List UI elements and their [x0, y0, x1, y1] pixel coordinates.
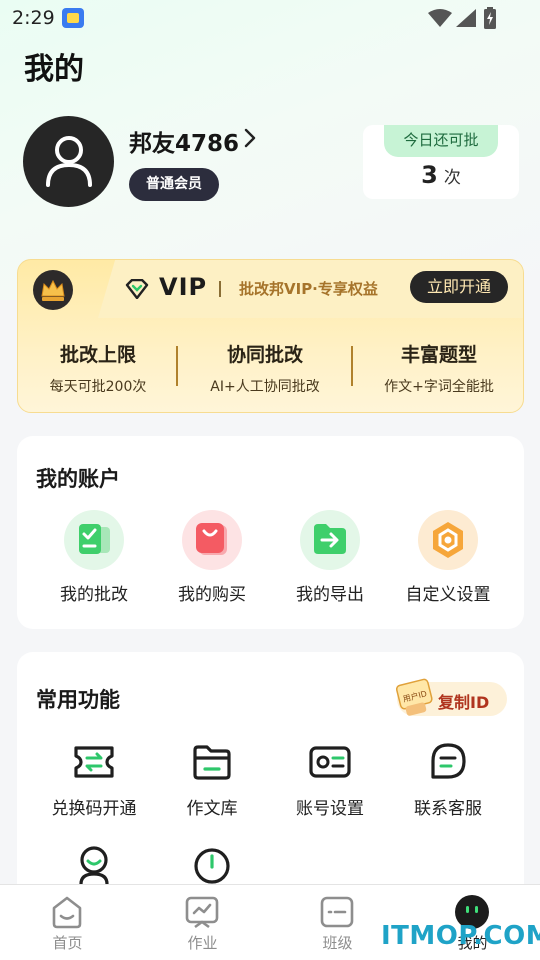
- vip-feature-title: 批改上限: [59, 344, 136, 366]
- tab-homework[interactable]: 作业: [135, 885, 270, 960]
- vip-card[interactable]: VIP 批改邦VIP·专享权益 立即开通 批改上限 每天可批200次 协同批改 …: [17, 259, 524, 413]
- user-id-tag-icon: 用户ID: [395, 678, 433, 716]
- tab-label: 首页: [52, 934, 83, 952]
- my-exports-button[interactable]: 我的导出: [271, 510, 389, 605]
- clock-icon: [190, 844, 234, 888]
- status-time: 2:29: [12, 7, 55, 29]
- vip-title: VIP: [159, 273, 208, 301]
- vip-slogan: 批改邦VIP·专享权益: [239, 280, 378, 298]
- vip-feature-desc: 每天可批200次: [49, 379, 147, 395]
- vip-feature-title: 丰富题型: [400, 344, 477, 366]
- avatar[interactable]: [23, 116, 114, 207]
- contact-support-button[interactable]: 联系客服: [389, 740, 507, 819]
- wifi-icon: [428, 9, 452, 27]
- username[interactable]: 邦友4786: [129, 124, 239, 158]
- essay-library-button[interactable]: 作文库: [153, 740, 271, 819]
- tools-section-title: 常用功能: [36, 688, 120, 712]
- exchange-ticket-icon: [72, 740, 116, 784]
- home-icon: [52, 896, 82, 929]
- watermark: ITMOP.COM: [381, 921, 540, 951]
- vip-feature-desc: 作文+字词全能批: [384, 379, 494, 395]
- cellular-signal-icon: [456, 9, 476, 27]
- history-button[interactable]: [153, 844, 271, 888]
- grid-label: 我的购买: [178, 585, 246, 605]
- crown-icon: [33, 270, 73, 310]
- grid-label: 我的导出: [296, 585, 364, 605]
- account-section-title: 我的账户: [36, 467, 120, 491]
- user-support-button[interactable]: [35, 844, 153, 888]
- export-folder-icon: [300, 510, 360, 570]
- quota-unit: 次: [443, 168, 461, 188]
- my-purchases-button[interactable]: 我的购买: [153, 510, 271, 605]
- diamond-icon: [125, 279, 149, 299]
- chevron-right-icon[interactable]: [243, 128, 257, 148]
- battery-icon: [484, 7, 496, 29]
- id-card-icon: [308, 740, 352, 784]
- quota-value: 3次: [363, 161, 519, 189]
- daily-quota-card: 今日还可批 3次: [363, 125, 519, 199]
- user-support-icon: [72, 844, 116, 888]
- vip-feature-title: 协同批改: [226, 344, 303, 366]
- account-settings-button[interactable]: 账号设置: [271, 740, 389, 819]
- quota-count: 3: [421, 161, 438, 189]
- my-grading-button[interactable]: 我的批改: [35, 510, 153, 605]
- folder-icon: [190, 740, 234, 784]
- tool-label: 联系客服: [414, 799, 482, 819]
- user-icon: [46, 136, 92, 187]
- grid-label: 自定义设置: [405, 585, 491, 605]
- member-level-badge: 普通会员: [129, 168, 219, 201]
- homework-icon: [185, 896, 219, 929]
- vip-feature-divider: [351, 346, 353, 386]
- status-bar: 2:29: [0, 0, 540, 38]
- tab-home[interactable]: 首页: [0, 885, 135, 960]
- vip-feature: 丰富题型 作文+字词全能批: [359, 340, 519, 396]
- grid-label: 我的批改: [60, 585, 128, 605]
- class-icon: [320, 896, 354, 928]
- tool-label: 账号设置: [296, 799, 364, 819]
- quota-label: 今日还可批: [384, 125, 498, 157]
- copy-id-button[interactable]: 用户ID 复制ID: [395, 678, 507, 716]
- custom-settings-button[interactable]: 自定义设置: [389, 510, 507, 605]
- notification-app-icon: [62, 8, 84, 28]
- shopping-bag-icon: [182, 510, 242, 570]
- check-document-icon: [64, 510, 124, 570]
- page-title: 我的: [24, 52, 84, 87]
- chat-bubble-icon: [426, 740, 470, 784]
- vip-open-button[interactable]: 立即开通: [410, 271, 508, 303]
- common-tools-card: 常用功能 用户ID 复制ID 兑换码开通 作文库 账号设置 联系客服: [17, 652, 524, 912]
- tool-label: 兑换码开通: [51, 799, 137, 819]
- copy-id-label: 复制ID: [438, 693, 490, 712]
- account-card: 我的账户 我的批改 我的购买 我的导出 自定义设置: [17, 436, 524, 629]
- vip-feature: 协同批改 AI+人工协同批改: [185, 340, 345, 396]
- vip-feature-divider: [176, 346, 178, 386]
- vip-feature-desc: AI+人工协同批改: [210, 379, 320, 395]
- tab-label: 作业: [187, 934, 218, 952]
- tool-label: 作文库: [186, 799, 238, 819]
- hexagon-settings-icon: [418, 510, 478, 570]
- redeem-code-button[interactable]: 兑换码开通: [35, 740, 153, 819]
- vip-title-separator: [219, 281, 221, 297]
- vip-feature: 批改上限 每天可批200次: [18, 340, 178, 396]
